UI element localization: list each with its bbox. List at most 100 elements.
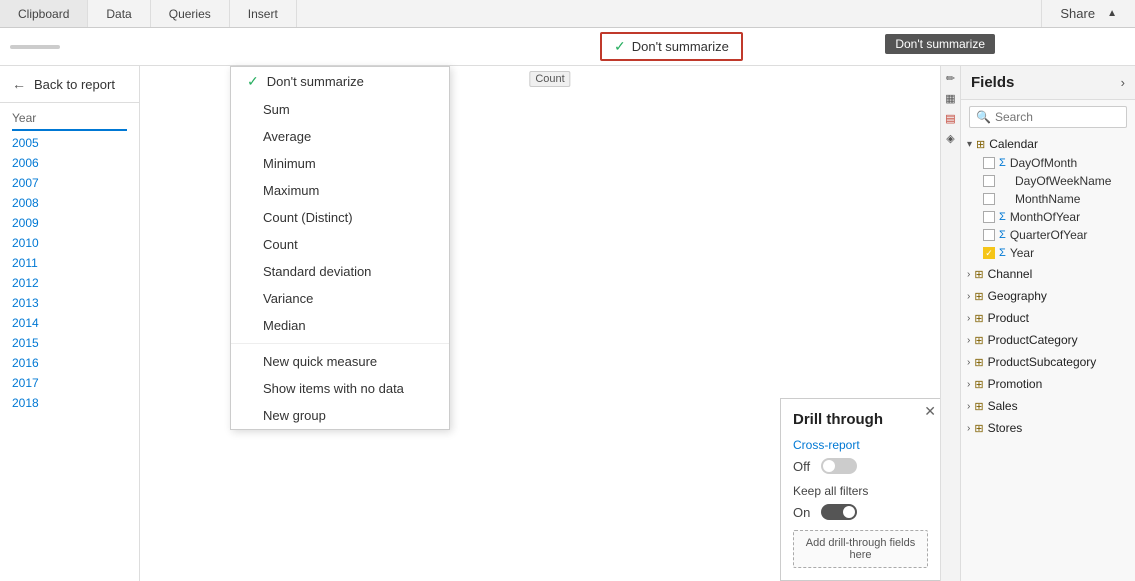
- fields-header: Fields ›: [961, 66, 1135, 100]
- year-2008[interactable]: 2008: [12, 193, 127, 213]
- dayofmonth-checkbox[interactable]: [983, 157, 995, 169]
- year-checkbox[interactable]: [983, 247, 995, 259]
- toolbar-filter-icon[interactable]: ▤: [943, 110, 959, 126]
- year-2015[interactable]: 2015: [12, 333, 127, 353]
- dropdown-count-distinct[interactable]: Count (Distinct): [231, 204, 449, 231]
- sales-table-icon: ⊞: [974, 400, 983, 413]
- year-2007[interactable]: 2007: [12, 173, 127, 193]
- back-arrow-icon: ←: [12, 76, 26, 92]
- year-list: 2005 2006 2007 2008 2009 2010 2011 2012 …: [0, 129, 139, 413]
- product-expand-icon: ›: [967, 313, 970, 324]
- back-label: Back to report: [34, 77, 115, 92]
- toolbar-pencil-icon[interactable]: ✏: [943, 70, 959, 86]
- tab-clipboard[interactable]: Clipboard: [0, 0, 88, 27]
- top-bar: Clipboard Data Queries Insert Share ▲: [0, 0, 1135, 28]
- field-group-sales-header[interactable]: › ⊞ Sales: [961, 396, 1135, 416]
- year-2009[interactable]: 2009: [12, 213, 127, 233]
- tab-queries[interactable]: Queries: [151, 0, 230, 27]
- field-group-promotion: › ⊞ Promotion: [961, 374, 1135, 394]
- dont-summarize-button[interactable]: ✓ Don't summarize: [600, 32, 743, 61]
- field-group-product-header[interactable]: › ⊞ Product: [961, 308, 1135, 328]
- channel-table-icon: ⊞: [974, 268, 983, 281]
- monthname-checkbox[interactable]: [983, 193, 995, 205]
- dayofmonth-sigma-icon: Σ: [999, 157, 1006, 169]
- dropdown-std-dev[interactable]: Standard deviation: [231, 258, 449, 285]
- drill-keep-filters-label: Keep all filters: [793, 484, 928, 498]
- field-monthname[interactable]: MonthName: [977, 190, 1135, 208]
- fields-list: ▾ ⊞ Calendar Σ DayOfMonth DayOfWeekName: [961, 134, 1135, 581]
- geography-expand-icon: ›: [967, 291, 970, 302]
- year-2005[interactable]: 2005: [12, 129, 127, 153]
- year-2012[interactable]: 2012: [12, 273, 127, 293]
- toolbar-table-icon[interactable]: ▦: [943, 90, 959, 106]
- year-2014[interactable]: 2014: [12, 313, 127, 333]
- dropdown-new-quick-measure[interactable]: New quick measure: [231, 348, 449, 375]
- dropdown-maximum[interactable]: Maximum: [231, 177, 449, 204]
- search-input[interactable]: [995, 110, 1120, 124]
- calendar-table-icon: ⊞: [976, 138, 985, 151]
- field-group-stores-header[interactable]: › ⊞ Stores: [961, 418, 1135, 438]
- dropdown-median[interactable]: Median: [231, 312, 449, 339]
- left-panel: ← Back to report Year 2005 2006 2007 200…: [0, 66, 140, 581]
- dropdown-minimum[interactable]: Minimum: [231, 150, 449, 177]
- promotion-expand-icon: ›: [967, 379, 970, 390]
- field-group-sales: › ⊞ Sales: [961, 396, 1135, 416]
- field-group-calendar: ▾ ⊞ Calendar Σ DayOfMonth DayOfWeekName: [961, 134, 1135, 262]
- toolbar-chart-icon[interactable]: ◈: [943, 130, 959, 146]
- calendar-expand-icon: ▾: [967, 139, 972, 150]
- tab-insert[interactable]: Insert: [230, 0, 297, 27]
- dropdown-variance[interactable]: Variance: [231, 285, 449, 312]
- year-sigma-icon: Σ: [999, 247, 1006, 259]
- year-2013[interactable]: 2013: [12, 293, 127, 313]
- dropdown-count[interactable]: Count: [231, 231, 449, 258]
- dropdown-new-group[interactable]: New group: [231, 402, 449, 429]
- share-label: Share: [1060, 6, 1095, 21]
- dropdown-dont-summarize[interactable]: Don't summarize: [231, 67, 449, 96]
- quarterofyear-checkbox[interactable]: [983, 229, 995, 241]
- sales-group-name: Sales: [988, 399, 1018, 413]
- tab-data[interactable]: Data: [88, 0, 150, 27]
- collapse-icon: ▲: [1107, 8, 1117, 19]
- drill-cross-report-toggle[interactable]: [821, 458, 857, 474]
- drill-keep-filters-toggle[interactable]: [821, 504, 857, 520]
- field-group-calendar-header[interactable]: ▾ ⊞ Calendar: [961, 134, 1135, 154]
- field-group-promotion-header[interactable]: › ⊞ Promotion: [961, 374, 1135, 394]
- dropdown-show-no-data[interactable]: Show items with no data: [231, 375, 449, 402]
- dont-summarize-item-label: Don't summarize: [267, 74, 364, 89]
- drill-cross-report-link[interactable]: Cross-report: [793, 438, 928, 452]
- year-2011[interactable]: 2011: [12, 253, 127, 273]
- field-year[interactable]: Σ Year: [977, 244, 1135, 262]
- year-2018[interactable]: 2018: [12, 393, 127, 413]
- field-group-productcategory-header[interactable]: › ⊞ ProductCategory: [961, 330, 1135, 350]
- monthofyear-checkbox[interactable]: [983, 211, 995, 223]
- main-layout: ← Back to report Year 2005 2006 2007 200…: [0, 66, 1135, 581]
- productcategory-expand-icon: ›: [967, 335, 970, 346]
- field-quarterofyear[interactable]: Σ QuarterOfYear: [977, 226, 1135, 244]
- stores-group-name: Stores: [988, 421, 1023, 435]
- stores-table-icon: ⊞: [974, 422, 983, 435]
- dropdown-menu: Don't summarize Sum Average Minimum Maxi…: [230, 66, 450, 430]
- field-dayofweekname[interactable]: DayOfWeekName: [977, 172, 1135, 190]
- dropdown-sum[interactable]: Sum: [231, 96, 449, 123]
- year-2017[interactable]: 2017: [12, 373, 127, 393]
- field-monthofyear[interactable]: Σ MonthOfYear: [977, 208, 1135, 226]
- field-group-channel: › ⊞ Channel: [961, 264, 1135, 284]
- field-dayofmonth[interactable]: Σ DayOfMonth: [977, 154, 1135, 172]
- fields-expand-icon[interactable]: ›: [1121, 75, 1125, 90]
- dropdown-average[interactable]: Average: [231, 123, 449, 150]
- dayofweekname-checkbox[interactable]: [983, 175, 995, 187]
- year-2006[interactable]: 2006: [12, 153, 127, 173]
- drill-panel: ✕ Drill through Cross-report Off Keep al…: [780, 398, 940, 581]
- add-drillthrough-button[interactable]: Add drill-through fields here: [793, 530, 928, 568]
- year-2010[interactable]: 2010: [12, 233, 127, 253]
- back-to-report-button[interactable]: ← Back to report: [0, 66, 139, 103]
- toggle-thumb: [823, 460, 835, 472]
- field-group-productsubcategory-header[interactable]: › ⊞ ProductSubcategory: [961, 352, 1135, 372]
- tab-share[interactable]: Share ▲: [1041, 0, 1135, 27]
- drill-on-toggle-row: On: [793, 504, 928, 520]
- product-group-name: Product: [988, 311, 1029, 325]
- drill-close-button[interactable]: ✕: [924, 403, 936, 420]
- field-group-geography-header[interactable]: › ⊞ Geography: [961, 286, 1135, 306]
- year-2016[interactable]: 2016: [12, 353, 127, 373]
- field-group-channel-header[interactable]: › ⊞ Channel: [961, 264, 1135, 284]
